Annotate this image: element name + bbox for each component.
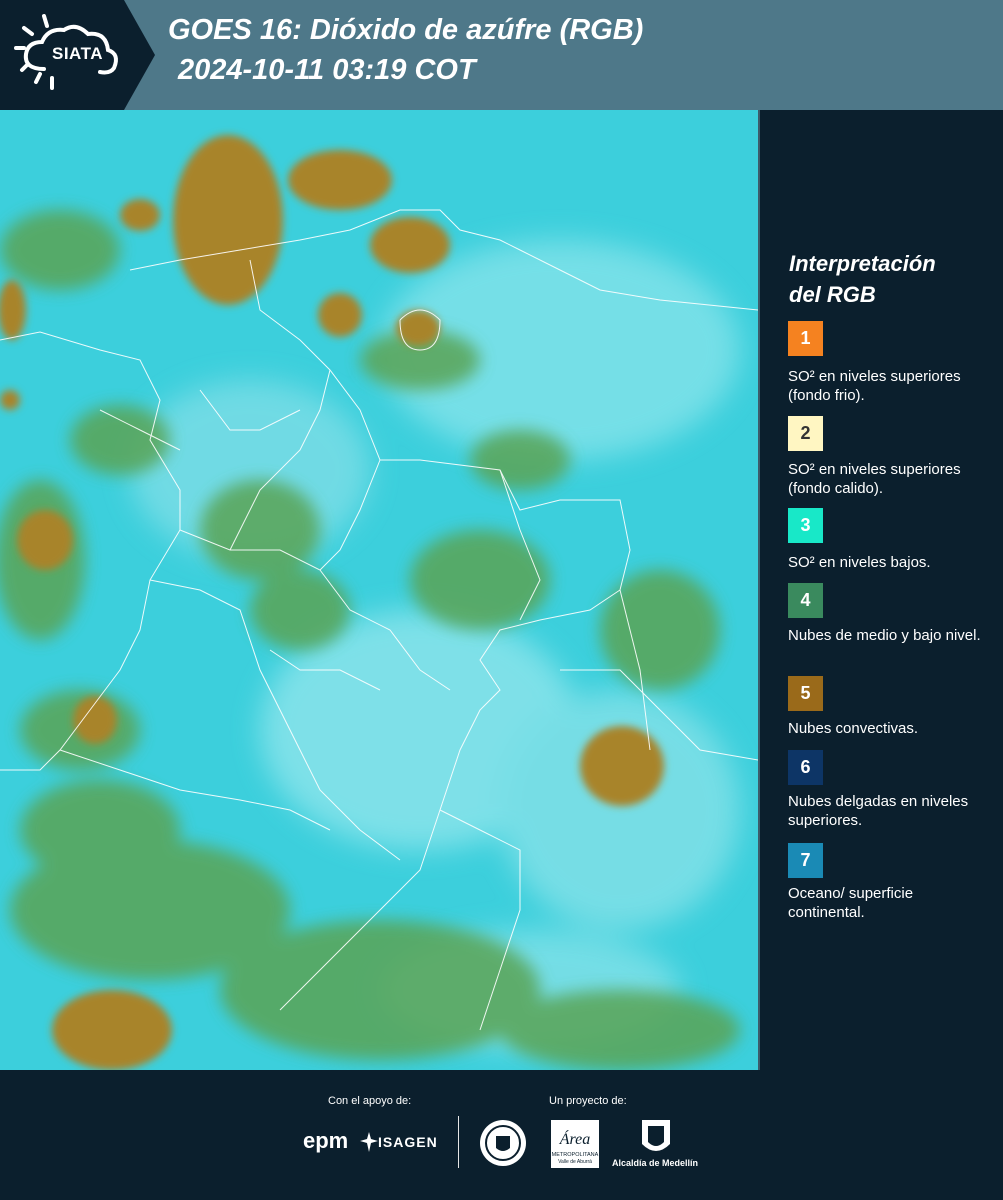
- page-title: GOES 16: Dióxido de azúfre (RGB): [168, 14, 644, 46]
- area-metropolitana-logo: Área METROPOLITANA Valle de Aburrá: [551, 1120, 599, 1168]
- support-label: Con el apoyo de:: [328, 1095, 412, 1107]
- legend-swatch-7: 7: [788, 843, 823, 878]
- siata-logo-text: SIATA: [52, 44, 103, 63]
- legend-text-4: Nubes de medio y bajo nivel.: [788, 627, 981, 644]
- project-label: Un proyecto de:: [549, 1095, 627, 1107]
- alcaldia-shield-icon: [642, 1120, 670, 1151]
- header-bar: SIATA GOES 16: Dióxido de azúfre (RGB) 2…: [0, 0, 1003, 110]
- area-logo-sub: METROPOLITANA: [552, 1152, 599, 1158]
- legend-swatch-2: 2: [788, 416, 823, 451]
- alcaldia-logo-text: Alcaldía de Medellín: [612, 1158, 699, 1168]
- satellite-map: [0, 110, 760, 1070]
- area-logo-sub2: Valle de Aburrá: [558, 1159, 592, 1165]
- area-logo-name: Área: [559, 1129, 591, 1148]
- legend-swatch-6: 6: [788, 750, 823, 785]
- legend-text-3: SO² en niveles bajos.: [788, 554, 931, 571]
- legend-text-6: Nubes delgadas en niveles superiores.: [788, 793, 969, 829]
- legend-swatch-3: 3: [788, 508, 823, 543]
- legend-swatch-5: 5: [788, 676, 823, 711]
- isagen-icon: [360, 1132, 378, 1152]
- legend-text-1: SO² en niveles superiores (fondo frio).: [788, 368, 961, 404]
- satellite-image: [0, 110, 758, 1070]
- university-seal-icon: [480, 1120, 526, 1166]
- legend-swatch-1: 1: [788, 321, 823, 356]
- legend-swatch-4: 4: [788, 583, 823, 618]
- legend-text-2: SO² en niveles superiores (fondo calido)…: [788, 461, 961, 497]
- legend-text-7: Oceano/ superficie continental.: [788, 885, 914, 921]
- legend-title-line1: Interpretación: [789, 251, 936, 276]
- legend-title: Interpretación del RGB: [789, 248, 989, 310]
- legend-panel: Interpretación del RGB 1 SO² en niveles …: [760, 110, 1003, 1070]
- legend-title-line2: del RGB: [789, 282, 876, 307]
- epm-logo: epm: [303, 1128, 349, 1153]
- page-timestamp: 2024-10-11 03:19 COT: [178, 54, 476, 86]
- isagen-logo: ISAGEN: [378, 1134, 438, 1150]
- legend-text-5: Nubes convectivas.: [788, 720, 919, 737]
- footer: Con el apoyo de: Un proyecto de: epm ISA…: [0, 1070, 1003, 1200]
- footer-divider: [458, 1116, 459, 1168]
- siata-logo: SIATA: [0, 0, 155, 110]
